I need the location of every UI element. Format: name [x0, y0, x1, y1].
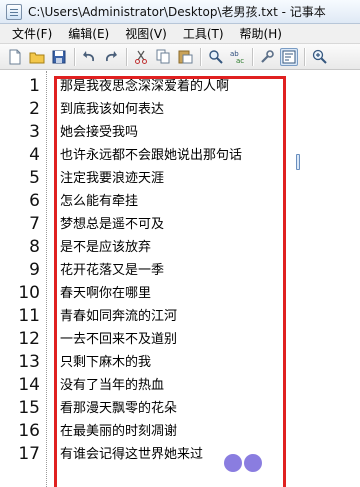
- paste-icon[interactable]: [176, 48, 194, 66]
- line-number: 13: [18, 352, 40, 372]
- menu-file[interactable]: 文件(F): [4, 25, 60, 42]
- menu-view[interactable]: 视图(V): [117, 25, 175, 42]
- menu-help[interactable]: 帮助(H): [232, 25, 290, 42]
- line-number: 15: [18, 398, 40, 418]
- line-number: 12: [18, 329, 40, 349]
- toolbar: ab ac: [0, 44, 360, 70]
- wrench-icon[interactable]: [258, 48, 276, 66]
- scroll-position-marker[interactable]: [296, 154, 300, 170]
- undo-icon[interactable]: [80, 48, 98, 66]
- open-folder-icon[interactable]: [28, 48, 46, 66]
- window-title: C:\Users\Administrator\Desktop\老男孩.txt -…: [28, 5, 326, 19]
- notepad-app-icon: [6, 3, 22, 20]
- zoom-icon[interactable]: [310, 48, 328, 66]
- line-number: 7: [29, 214, 40, 234]
- line-number: 8: [29, 237, 40, 257]
- line-number: 1: [29, 76, 40, 96]
- toolbar-separator: [74, 47, 75, 66]
- new-file-icon[interactable]: [6, 48, 24, 66]
- menu-tools[interactable]: 工具(T): [175, 25, 232, 42]
- decorative-blob: [224, 454, 242, 472]
- replace-icon[interactable]: ab ac: [228, 48, 246, 66]
- word-wrap-icon[interactable]: [280, 47, 298, 66]
- copy-icon[interactable]: [154, 48, 172, 66]
- line-number-gutter: 1 2 3 4 5 6 7 8 9 10 11 12 13 14 15 16 1…: [0, 71, 52, 487]
- line-number: 2: [29, 99, 40, 119]
- redo-icon[interactable]: [102, 48, 120, 66]
- toolbar-separator: [200, 47, 201, 66]
- line-number: 6: [29, 191, 40, 211]
- line-number: 11: [18, 306, 40, 326]
- line-number: 9: [29, 260, 40, 280]
- toolbar-separator: [126, 47, 127, 66]
- save-icon[interactable]: [50, 48, 68, 66]
- line-number: 10: [18, 283, 40, 303]
- menu-edit[interactable]: 编辑(E): [60, 25, 117, 42]
- svg-text:ac: ac: [236, 57, 244, 64]
- cut-icon[interactable]: [132, 48, 150, 66]
- menu-bar: 文件(F) 编辑(E) 视图(V) 工具(T) 帮助(H): [0, 24, 360, 44]
- fold-margin: [46, 71, 50, 487]
- toolbar-separator: [252, 47, 253, 66]
- toolbar-separator: [304, 47, 305, 66]
- line-number: 5: [29, 168, 40, 188]
- find-icon[interactable]: [206, 48, 224, 66]
- editor-area[interactable]: 1 2 3 4 5 6 7 8 9 10 11 12 13 14 15 16 1…: [0, 71, 360, 487]
- line-number: 14: [18, 375, 40, 395]
- line-number: 16: [18, 421, 40, 441]
- title-bar: C:\Users\Administrator\Desktop\老男孩.txt -…: [0, 0, 360, 24]
- line-number: 3: [29, 122, 40, 142]
- line-number: 17: [18, 444, 40, 464]
- highlight-frame: [54, 76, 286, 487]
- decorative-blob: [244, 454, 262, 472]
- line-number: 4: [29, 145, 40, 165]
